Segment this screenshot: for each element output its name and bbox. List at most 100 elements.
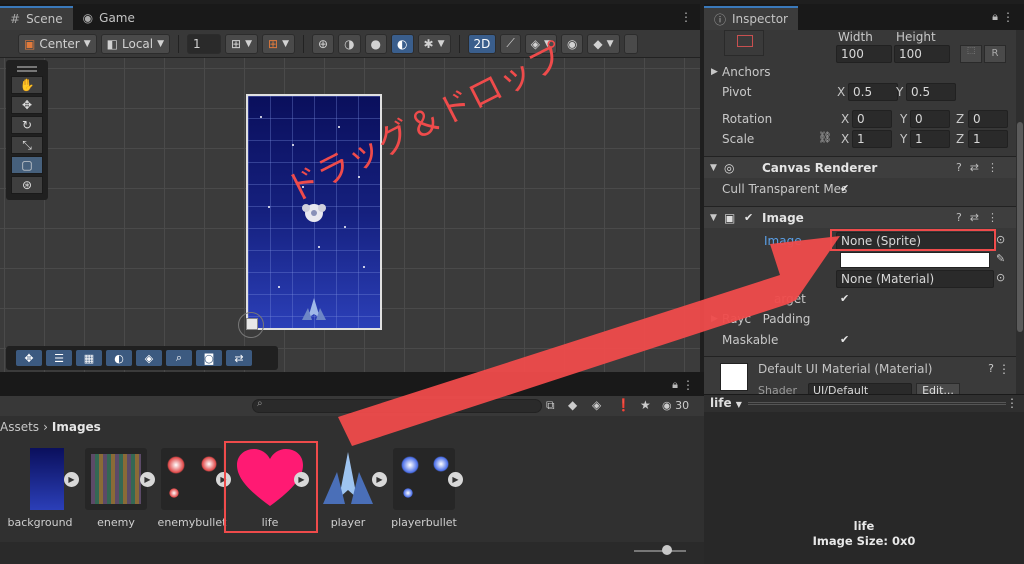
search-icon[interactable]: ⌕	[166, 350, 192, 366]
link-icon[interactable]: ⛓	[818, 131, 832, 144]
shading-unlit-button[interactable]: ◐	[391, 33, 414, 54]
material-field[interactable]: None (Material)	[836, 270, 994, 288]
camera-icon[interactable]: ◙	[196, 350, 222, 366]
component-header-icons[interactable]: ?⇄⋮	[956, 161, 1006, 174]
color-field[interactable]	[840, 252, 990, 268]
image-component-header[interactable]: ▼ ▣ ✔ Image ?⇄⋮	[704, 206, 1024, 228]
inspector-scrollbar[interactable]	[1016, 30, 1024, 394]
hand-icon: ✋	[19, 78, 35, 92]
filter-icon[interactable]: ⧉	[546, 398, 555, 413]
menu-icon[interactable]: ⋮	[1006, 396, 1018, 410]
chevron-down-icon: ▼	[710, 162, 717, 173]
unity-editor: # Scene ◉ Game ⋮ ▣ Center ▼ ◧ Local ▼ 1 …	[0, 0, 1024, 564]
object-picker-icon[interactable]: ⊙	[996, 271, 1005, 284]
search-input[interactable]: ⌕	[252, 398, 542, 413]
menu-icon[interactable]: ⋮	[998, 362, 1010, 376]
breadcrumb-images[interactable]: Images	[52, 420, 101, 434]
zoom-slider-handle[interactable]	[662, 545, 672, 555]
hidden-count[interactable]: ◉ 30	[662, 399, 689, 412]
pivot-x-field[interactable]: 0.5	[848, 83, 898, 101]
star-icon[interactable]: ★	[640, 398, 651, 412]
transform-tool[interactable]: ⊛	[11, 176, 43, 194]
help-icon[interactable]: ?	[988, 362, 994, 375]
fx-icon[interactable]: ◈	[136, 350, 162, 366]
pivot-label: Pivot	[722, 85, 752, 99]
shading-shaded-button[interactable]: ●	[364, 33, 388, 54]
zoom-slider-track[interactable]	[634, 550, 686, 552]
menu-icon[interactable]: ⋮	[682, 378, 694, 392]
scale-z-value: 1	[973, 132, 981, 146]
canvas-renderer-header[interactable]: ▼ ◎ Canvas Renderer ?⇄⋮	[704, 156, 1024, 178]
grid-icon[interactable]: ▦	[76, 350, 102, 366]
space-dropdown[interactable]: ◧ Local ▼	[100, 33, 171, 54]
shading-wireframe-button[interactable]: ⊕	[312, 33, 335, 54]
scale-y-field[interactable]: 1	[910, 130, 950, 148]
scale-x-field[interactable]: 1	[852, 130, 892, 148]
grid-size-field[interactable]: 1	[187, 33, 222, 54]
grid-snap-icon: ⊞	[231, 36, 242, 51]
chevron-right-icon[interactable]: ▶	[711, 314, 718, 324]
edit-button[interactable]: Edit...	[916, 383, 960, 394]
increment-snap-button[interactable]: ⊞ ▼	[262, 33, 295, 54]
raw-edit-button[interactable]: R	[984, 45, 1006, 63]
eyedropper-icon[interactable]: ✎	[996, 252, 1005, 265]
width-field[interactable]: 100	[836, 45, 892, 63]
asset-enemy[interactable]: ▶ enemy	[76, 448, 156, 529]
asset-background[interactable]: ▶ background	[0, 448, 80, 529]
shaded-icon: ●	[370, 36, 382, 51]
anchors-label[interactable]: Anchors	[722, 65, 771, 79]
shader-dropdown[interactable]: UI/Default	[808, 383, 912, 394]
move-tool[interactable]: ✥	[11, 96, 43, 114]
rotate-tool[interactable]: ↻	[11, 116, 43, 134]
scale-tool[interactable]: ⤡	[11, 136, 43, 154]
menu-icon[interactable]: ⋮	[1002, 10, 1014, 24]
label-filter-icon[interactable]: ◈	[592, 398, 601, 412]
scene-viewport[interactable]: ✋ ✥ ↻ ⤡ ▢ ⊛ ✥ ☰ ▦ ◐ ◈ ⌕ ◙ ⇄	[0, 58, 700, 372]
lighting-icon[interactable]: ◐	[106, 350, 132, 366]
image-enabled-checkbox[interactable]: ✔	[744, 212, 756, 224]
2d-toggle-button[interactable]: 2D	[467, 33, 497, 54]
type-filter-icon[interactable]: ◆	[568, 398, 577, 412]
pivot-y-field[interactable]: 0.5	[906, 83, 956, 101]
preview-resize-handle[interactable]	[748, 402, 1006, 405]
scale-z-field[interactable]: 1	[968, 130, 1008, 148]
raycast-target-checkbox[interactable]: ✔	[840, 293, 852, 305]
rotation-y-field[interactable]: 0	[910, 110, 950, 128]
asset-enemybullet[interactable]: ▶ enemybullet	[152, 448, 232, 529]
grip-handle[interactable]	[17, 66, 37, 72]
height-field[interactable]: 100	[894, 45, 950, 63]
anchor-preset-button[interactable]	[724, 30, 764, 56]
hand-tool[interactable]: ✋	[11, 76, 43, 94]
move-icon[interactable]: ✥	[16, 350, 42, 366]
panel-icon[interactable]: ☰	[46, 350, 72, 366]
rotation-z-field[interactable]: 0	[968, 110, 1008, 128]
cull-transparent-checkbox[interactable]: ✔	[840, 183, 852, 195]
component-header-icons[interactable]: ?⇄⋮	[956, 211, 1006, 224]
tab-inspector[interactable]: ⓘ Inspector	[704, 6, 798, 30]
pivot-dropdown[interactable]: ▣ Center ▼	[18, 33, 97, 54]
anchor-preset-icon	[737, 35, 753, 47]
rotation-x-field[interactable]: 0	[852, 110, 892, 128]
play-icon[interactable]: ▶	[448, 472, 463, 487]
warning-icon[interactable]: ❗	[616, 398, 631, 412]
asset-playerbullet[interactable]: ▶ playerbullet	[384, 448, 464, 529]
breadcrumb-assets[interactable]: Assets	[0, 420, 39, 434]
object-picker-icon[interactable]: ⊙	[996, 233, 1005, 246]
shuffle-icon[interactable]: ⇄	[226, 350, 252, 366]
scrollbar-thumb[interactable]	[1017, 122, 1023, 332]
asset-player[interactable]: ▶ player	[308, 448, 388, 529]
shading-shaded-wire-button[interactable]: ◑	[338, 33, 361, 54]
chevron-right-icon[interactable]: ▶	[711, 67, 718, 77]
preview-dropdown[interactable]: life ▼	[710, 396, 742, 410]
asset-grid: ▶ background ▶ enemy ▶ enemybullet ▶ lif…	[0, 438, 704, 542]
lock-icon[interactable]: 🔒︎	[992, 10, 998, 24]
grid-snap-button[interactable]: ⊞ ▼	[225, 33, 259, 54]
rect-tool[interactable]: ▢	[11, 156, 43, 174]
debug-draw-button[interactable]: ✱ ▼	[417, 33, 451, 54]
tab-game[interactable]: ◉ Game	[73, 6, 145, 30]
maskable-checkbox[interactable]: ✔	[840, 334, 852, 346]
lock-icon[interactable]: 🔒︎	[672, 378, 678, 392]
raycast-padding-label[interactable]: Rayc Padding	[722, 312, 810, 326]
tab-scene[interactable]: # Scene	[0, 6, 73, 30]
blueprint-button[interactable]: ⬚	[960, 45, 982, 63]
